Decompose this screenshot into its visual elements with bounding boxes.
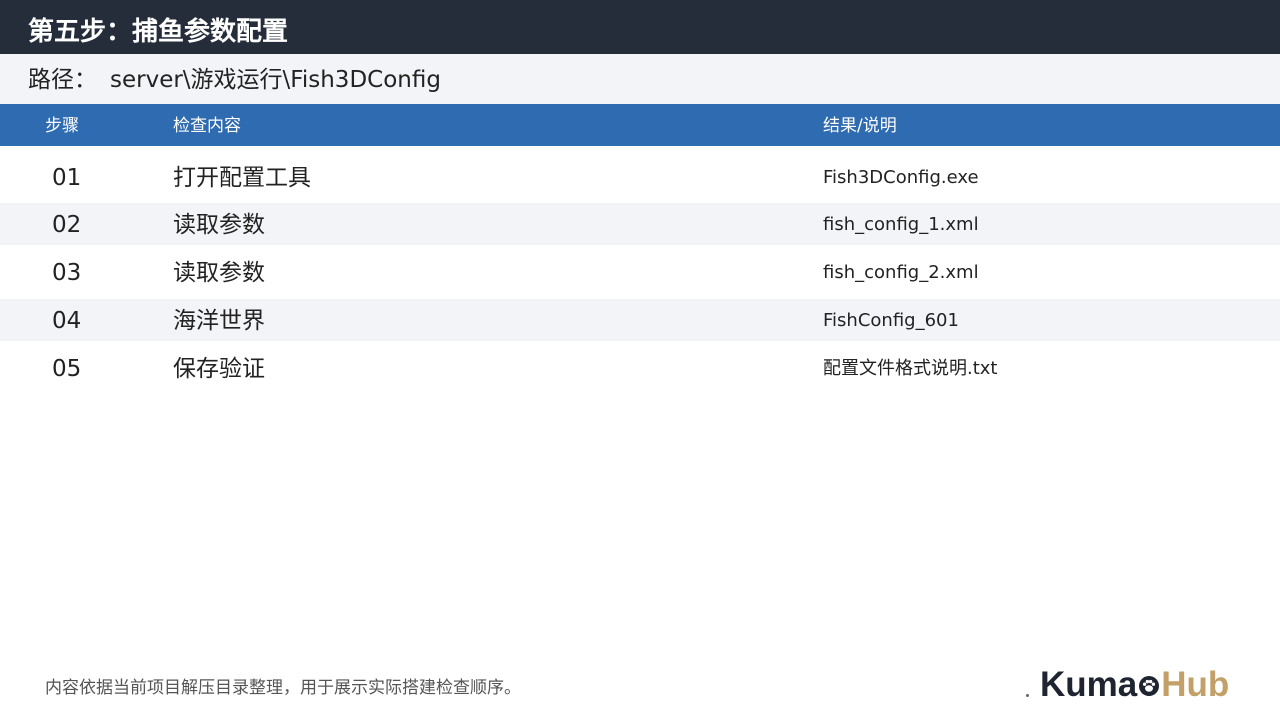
path-value: server\游戏运行\Fish3DConfig: [110, 67, 441, 93]
header-step: 步骤: [45, 116, 79, 136]
row-content: 海洋世界: [173, 308, 265, 334]
path-label: 路径：: [28, 67, 97, 93]
row-content: 打开配置工具: [173, 165, 311, 191]
table-row: 02 读取参数 fish_config_1.xml: [0, 203, 1280, 245]
header-content: 检查内容: [173, 116, 241, 136]
logo-text-kuma: Kuma: [1040, 665, 1138, 704]
row-step-number: 05: [52, 356, 82, 382]
title-bar: 第五步：捕鱼参数配置: [0, 0, 1280, 54]
table-row: 04 海洋世界 FishConfig_601: [0, 299, 1280, 341]
footer-note: 内容依据当前项目解压目录整理，用于展示实际搭建检查顺序。: [45, 678, 521, 698]
row-content: 读取参数: [173, 260, 265, 286]
header-result: 结果/说明: [823, 116, 897, 136]
table-header: 步骤 检查内容 结果/说明: [0, 104, 1280, 146]
path-bar: 路径： server\游戏运行\Fish3DConfig: [0, 54, 1280, 104]
row-step-number: 04: [52, 308, 82, 334]
row-step-number: 03: [52, 260, 82, 286]
row-content: 保存验证: [173, 356, 265, 382]
slide: 第五步：捕鱼参数配置 路径： server\游戏运行\Fish3DConfig …: [0, 0, 1280, 720]
logo: Kuma Hub: [1040, 665, 1229, 705]
row-step-number: 01: [52, 165, 82, 191]
row-result: FishConfig_601: [823, 310, 959, 331]
row-result: 配置文件格式说明.txt: [823, 358, 998, 379]
paw-icon: [1138, 666, 1160, 696]
page-title: 第五步：捕鱼参数配置: [28, 17, 289, 47]
table-row: 05 保存验证 配置文件格式说明.txt: [0, 347, 1280, 389]
row-result: fish_config_1.xml: [823, 214, 979, 235]
footer-dot: [1026, 694, 1029, 697]
row-step-number: 02: [52, 212, 82, 238]
row-result: Fish3DConfig.exe: [823, 167, 979, 188]
table-row: 03 读取参数 fish_config_2.xml: [0, 251, 1280, 293]
logo-text-hub: Hub: [1161, 665, 1230, 704]
table-row: 01 打开配置工具 Fish3DConfig.exe: [0, 156, 1280, 198]
row-content: 读取参数: [173, 212, 265, 238]
row-result: fish_config_2.xml: [823, 262, 979, 283]
